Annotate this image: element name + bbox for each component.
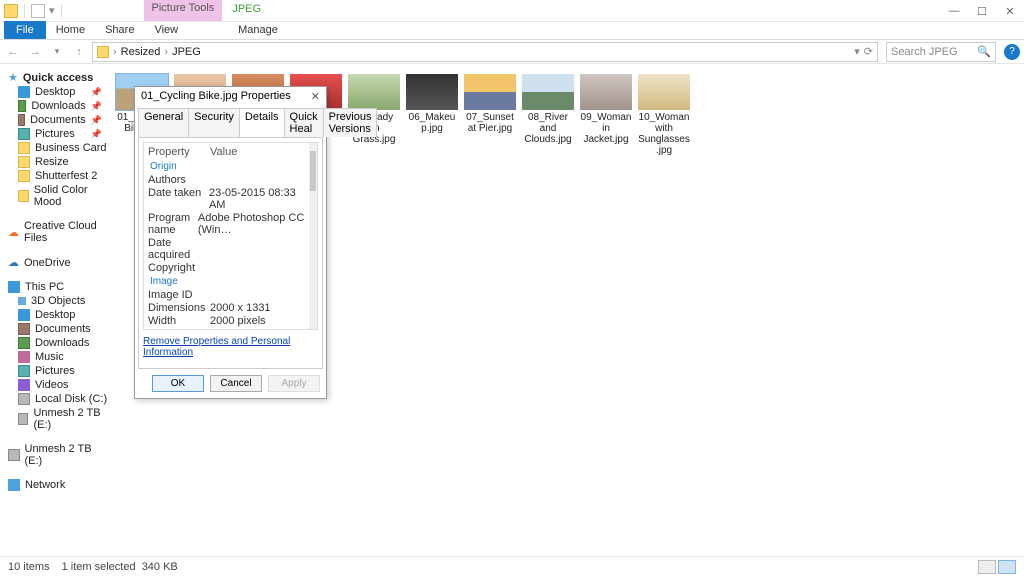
sidebar-quickaccess[interactable]: ★Quick access <box>8 70 108 85</box>
prop-row[interactable]: Program nameAdobe Photoshop CC (Win… <box>148 211 313 236</box>
sidebar-ext-drive[interactable]: Unmesh 2 TB (E:) <box>8 442 108 468</box>
sidebar-item-documents[interactable]: Documents📌 <box>8 113 108 127</box>
sidebar-item-localdisk[interactable]: Local Disk (C:) <box>8 392 108 406</box>
ribbon-file[interactable]: File <box>4 21 46 39</box>
sidebar-item-3dobjects[interactable]: 3D Objects <box>8 294 108 308</box>
tab-security[interactable]: Security <box>188 108 240 137</box>
ribbon-view[interactable]: View <box>144 21 188 39</box>
maximize-button[interactable]: ☐ <box>968 0 996 22</box>
dialog-title: 01_Cycling Bike.jpg Properties <box>141 90 291 102</box>
refresh-icon[interactable]: ⟳ <box>864 45 873 58</box>
help-button[interactable]: ? <box>1004 44 1020 60</box>
sidebar-onedrive[interactable]: ☁OneDrive <box>8 255 108 270</box>
ribbon-home[interactable]: Home <box>46 21 95 39</box>
back-button[interactable]: ← <box>4 43 22 61</box>
sidebar: ★Quick access Desktop📌 Downloads📌 Docume… <box>0 64 108 556</box>
app-icon <box>4 4 18 18</box>
remove-properties-link[interactable]: Remove Properties and Personal Informati… <box>143 336 318 358</box>
file-item[interactable]: 10_Woman with Sunglasses.jpg <box>638 74 690 156</box>
close-button[interactable]: ✕ <box>996 0 1024 22</box>
search-input[interactable]: Search JPEG 🔍 <box>886 42 996 62</box>
dialog-close-button[interactable]: ✕ <box>311 90 320 103</box>
address-bar: ← → ▾ ↑ › Resized › JPEG ▾ ⟳ Search JPEG… <box>0 40 1024 64</box>
sidebar-item-shutterfest[interactable]: Shutterfest 2 <box>8 169 108 183</box>
sidebar-thispc[interactable]: This PC <box>8 280 108 294</box>
view-thumbnails-button[interactable] <box>998 560 1016 574</box>
onedrive-icon: ☁ <box>8 256 19 269</box>
sidebar-item-downloads[interactable]: Downloads📌 <box>8 99 108 113</box>
file-item[interactable]: 07_Sunset at Pier.jpg <box>464 74 516 156</box>
cloud-icon: ☁ <box>8 226 19 239</box>
tab-quickheal[interactable]: Quick Heal <box>284 108 324 137</box>
sidebar-item-pictures2[interactable]: Pictures <box>8 364 108 378</box>
sidebar-item-pictures[interactable]: Pictures📌 <box>8 127 108 141</box>
sidebar-item-solidcolor[interactable]: Solid Color Mood <box>8 183 108 209</box>
pin-icon: 📌 <box>91 87 102 98</box>
sidebar-item-videos[interactable]: Videos <box>8 378 108 392</box>
prop-row[interactable]: Date acquired <box>148 236 313 261</box>
sidebar-item-desktop2[interactable]: Desktop <box>8 308 108 322</box>
status-bar: 10 items 1 item selected 340 KB <box>0 556 1024 576</box>
minimize-button[interactable]: — <box>940 0 968 22</box>
prop-row[interactable]: Width2000 pixels <box>148 314 313 327</box>
sidebar-item-businesscard[interactable]: Business Card <box>8 141 108 155</box>
cancel-button[interactable]: Cancel <box>210 375 262 392</box>
context-tab-group: Picture Tools <box>144 0 223 21</box>
network-icon <box>8 479 20 491</box>
forward-button[interactable]: → <box>26 43 44 61</box>
sidebar-item-music[interactable]: Music <box>8 350 108 364</box>
sidebar-creativecloud[interactable]: ☁Creative Cloud Files <box>8 219 108 245</box>
prop-row[interactable]: Copyright <box>148 261 313 274</box>
prop-row[interactable]: Authors <box>148 173 313 186</box>
recent-button[interactable]: ▾ <box>48 43 66 61</box>
prop-section: Origin <box>148 159 313 173</box>
sidebar-network[interactable]: Network <box>8 478 108 492</box>
title-bar: ▾ Picture Tools JPEG — ☐ ✕ <box>0 0 1024 22</box>
file-item[interactable]: 08_River and Clouds.jpg <box>522 74 574 156</box>
status-selected: 1 item selected 340 KB <box>62 561 178 573</box>
ribbon-share[interactable]: Share <box>95 21 144 39</box>
ribbon: File Home Share View Manage <box>0 22 1024 40</box>
address-box[interactable]: › Resized › JPEG ▾ ⟳ <box>92 42 878 62</box>
pc-icon <box>8 281 20 293</box>
tab-previous[interactable]: Previous Versions <box>323 108 378 137</box>
prop-row[interactable]: Date taken23-05-2015 08:33 AM <box>148 186 313 211</box>
ribbon-manage[interactable]: Manage <box>228 21 288 39</box>
context-tab: JPEG <box>222 0 271 21</box>
ok-button[interactable]: OK <box>152 375 204 392</box>
scrollbar-thumb[interactable] <box>310 151 316 191</box>
prop-row[interactable]: Height1331 pixels <box>148 327 313 330</box>
folder-icon <box>97 46 109 58</box>
sidebar-item-documents2[interactable]: Documents <box>8 322 108 336</box>
apply-button[interactable]: Apply <box>268 375 320 392</box>
sidebar-item-resize[interactable]: Resize <box>8 155 108 169</box>
sidebar-item-unmesh[interactable]: Unmesh 2 TB (E:) <box>8 406 108 432</box>
scrollbar[interactable] <box>309 143 317 329</box>
tab-general[interactable]: General <box>138 108 189 137</box>
up-button[interactable]: ↑ <box>70 43 88 61</box>
star-icon: ★ <box>8 71 18 84</box>
prop-section: Image <box>148 274 313 288</box>
prop-row[interactable]: Image ID <box>148 288 313 301</box>
crumb-root[interactable]: Resized <box>121 46 161 58</box>
view-details-button[interactable] <box>978 560 996 574</box>
file-item[interactable]: 09_Woman in Jacket.jpg <box>580 74 632 156</box>
file-item[interactable]: 06_Makeup.jpg <box>406 74 458 156</box>
search-icon: 🔍 <box>977 45 991 58</box>
status-count: 10 items <box>8 561 50 573</box>
prop-row[interactable]: Dimensions2000 x 1331 <box>148 301 313 314</box>
properties-dialog: 01_Cycling Bike.jpg Properties ✕ General… <box>134 86 327 399</box>
properties-list[interactable]: PropertyValue OriginAuthorsDate taken23-… <box>143 142 318 330</box>
sidebar-item-downloads2[interactable]: Downloads <box>8 336 108 350</box>
sidebar-item-desktop[interactable]: Desktop📌 <box>8 85 108 99</box>
dialog-titlebar[interactable]: 01_Cycling Bike.jpg Properties ✕ <box>135 87 326 105</box>
crumb-sub[interactable]: JPEG <box>172 46 201 58</box>
tab-details[interactable]: Details <box>239 108 285 137</box>
qat-newfolder-icon[interactable] <box>31 4 45 18</box>
